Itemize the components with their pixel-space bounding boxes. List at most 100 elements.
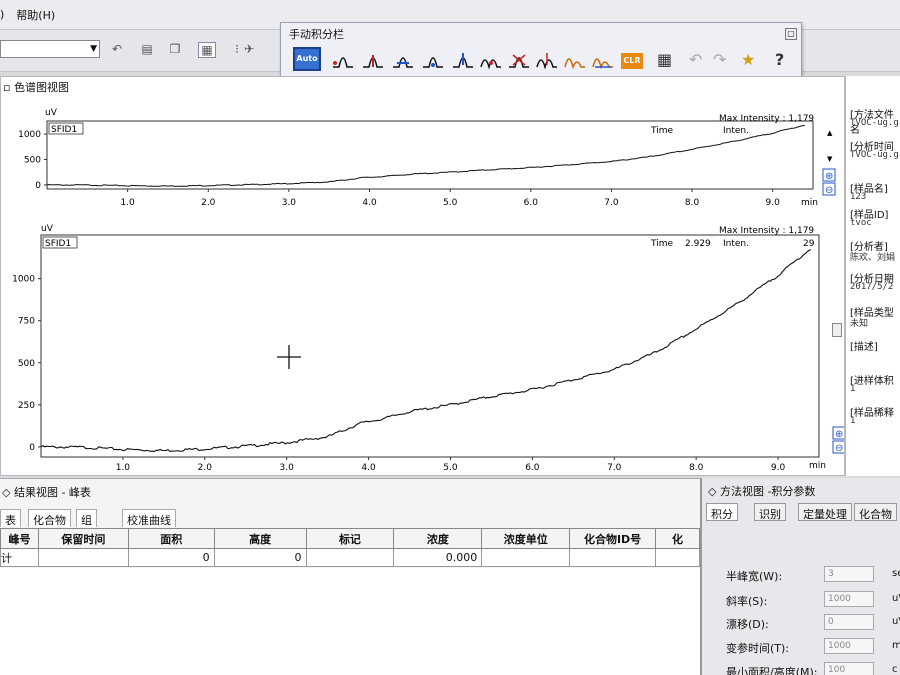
peak-tool-icon[interactable]: [479, 49, 503, 69]
table-cell: [37, 548, 129, 567]
peak-tool-icon[interactable]: [421, 49, 445, 69]
star-icon[interactable]: ★: [741, 50, 755, 69]
auto-integration-button[interactable]: Auto: [293, 47, 321, 71]
sample-info-value: 未知: [850, 319, 869, 329]
x-tick-label: 6.0: [524, 198, 539, 208]
menu-item-help[interactable]: 帮助(H): [16, 7, 55, 23]
tab-quantitation[interactable]: 定量处理: [798, 503, 852, 521]
param-unit: m: [892, 640, 900, 651]
sample-info-value: 2017/5/2: [850, 282, 894, 292]
redo-icon[interactable]: ↷: [713, 50, 726, 69]
collapse-icon[interactable]: ◇: [2, 486, 10, 499]
peak-tool-icon[interactable]: [591, 49, 615, 69]
chevron-down-icon[interactable]: ▼: [90, 44, 97, 54]
table-cell: [305, 548, 395, 567]
help-icon[interactable]: ?: [775, 50, 784, 69]
param-unit: uV: [892, 593, 900, 604]
tab-table[interactable]: 表: [0, 509, 21, 527]
peak-tool-icon[interactable]: [563, 49, 587, 69]
top-channel-label: SFID1: [51, 125, 77, 135]
table-cell: 0: [127, 548, 215, 567]
main-time-value: 2.929: [685, 239, 711, 249]
param-label: 变参时间(T):: [726, 642, 790, 655]
main-trace-line: [40, 249, 811, 452]
zoom-in-icon[interactable]: ⊕: [832, 426, 844, 440]
undo-icon[interactable]: ↶: [689, 50, 702, 69]
chromatogram-view: ▫ 色谱图视图 SFID1 uV Max Intensity : 1,179 T…: [0, 76, 845, 476]
panel-scroll-thumb[interactable]: [832, 323, 842, 337]
sample-info-value: 1: [850, 384, 856, 394]
y-tick-label: 750: [18, 317, 35, 327]
manual-integration-title: 手动积分栏: [289, 28, 344, 41]
table-icon[interactable]: ▦: [657, 50, 672, 69]
column-header[interactable]: 保留时间: [37, 528, 129, 549]
chromatogram-svg[interactable]: SFID1 uV Max Intensity : 1,179 Time Inte…: [1, 77, 844, 475]
crosshair-cursor: [277, 345, 301, 369]
main-time-label: Time: [650, 239, 673, 249]
toggle-view-icon[interactable]: ▦: [198, 42, 216, 58]
column-header[interactable]: 面积: [127, 528, 215, 549]
peak-tool-icon[interactable]: [361, 49, 385, 69]
undo-icon[interactable]: ↶: [108, 42, 126, 58]
tab-compounds[interactable]: 化合物: [28, 509, 71, 527]
tab-compound[interactable]: 化合物: [854, 503, 897, 521]
y-tick-label: 0: [29, 443, 35, 453]
sample-info-value: 123: [850, 192, 867, 202]
pin-icon[interactable]: ✈: [240, 42, 258, 58]
copy-icon[interactable]: ❐: [166, 42, 184, 58]
clear-button[interactable]: CLR: [621, 53, 643, 69]
zoom-in-icon[interactable]: ⊕: [822, 168, 836, 182]
x-tick-label: 5.0: [443, 198, 458, 208]
main-plot-frame: [40, 234, 820, 458]
x-tick-label: 1.0: [120, 198, 135, 208]
param-input[interactable]: 1000: [824, 591, 874, 607]
column-header[interactable]: 标记: [305, 528, 395, 549]
scroll-down-icon[interactable]: ▼: [827, 155, 833, 163]
table-row[interactable]: 计 0 0 0.000: [0, 548, 700, 567]
param-input[interactable]: 1000: [824, 638, 874, 654]
top-xunit: min: [801, 198, 818, 208]
sample-info-label: [样品稀释: [850, 408, 894, 419]
tab-integration[interactable]: 积分: [706, 503, 738, 521]
top-trace-line: [46, 124, 805, 187]
peak-tool-icon[interactable]: [507, 49, 531, 69]
results-view-title-text: 结果视图 - 峰表: [13, 486, 91, 499]
x-tick-label: 7.0: [604, 198, 619, 208]
peak-tool-icon[interactable]: [535, 49, 559, 69]
sample-info-value: TVOC-ug.g: [850, 118, 899, 128]
top-inten-label: Inten.: [723, 126, 749, 136]
x-tick-label: 7.0: [607, 463, 622, 473]
main-channel-label: SFID1: [45, 239, 71, 249]
param-input[interactable]: 3: [824, 566, 874, 582]
y-tick-label: 500: [24, 156, 41, 166]
print-icon[interactable]: ▤: [138, 42, 156, 58]
toolbar-combo[interactable]: ▼: [0, 40, 100, 58]
zoom-out-icon[interactable]: ⊖: [832, 440, 844, 454]
column-header[interactable]: 高度: [213, 528, 307, 549]
tab-calibration-curve[interactable]: 校准曲线: [122, 509, 176, 527]
param-input[interactable]: 0: [824, 614, 874, 630]
table-cell: 0: [213, 548, 307, 567]
menu-item-view[interactable]: ): [0, 8, 4, 21]
close-icon[interactable]: ▢: [785, 28, 797, 40]
column-header[interactable]: 化: [655, 528, 700, 549]
tab-groups[interactable]: 组: [76, 509, 97, 527]
main-max-intensity: Max Intensity : 1,179: [719, 226, 814, 236]
column-header[interactable]: 峰号: [0, 528, 39, 549]
svg-text:⊖: ⊖: [835, 443, 843, 454]
column-header[interactable]: 浓度: [393, 528, 483, 549]
collapse-icon[interactable]: ◇: [708, 485, 716, 498]
param-input[interactable]: 100: [824, 662, 874, 675]
x-tick-label: 9.0: [766, 198, 781, 208]
x-tick-label: 8.0: [689, 463, 704, 473]
zoom-out-icon[interactable]: ⊖: [822, 182, 836, 196]
column-header[interactable]: 化合物ID号: [569, 528, 656, 549]
tab-identification[interactable]: 识别: [754, 503, 786, 521]
svg-text:⊕: ⊕: [835, 429, 843, 440]
peak-tool-icon[interactable]: [451, 49, 475, 69]
peak-tool-icon[interactable]: [331, 49, 355, 69]
column-header[interactable]: 浓度单位: [481, 528, 571, 549]
scroll-up-icon[interactable]: ▲: [827, 129, 833, 137]
peak-tool-icon[interactable]: [391, 49, 415, 69]
table-cell: 计: [0, 548, 39, 567]
